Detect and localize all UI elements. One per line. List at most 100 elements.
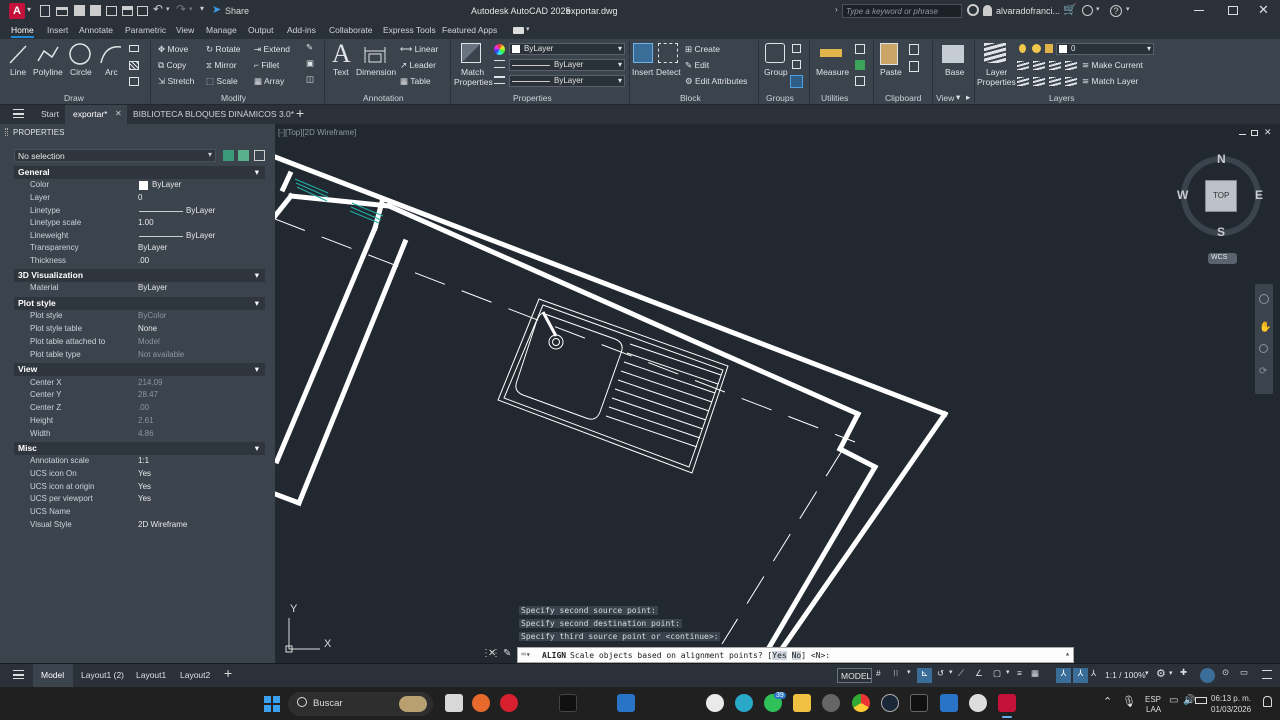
annotation-visibility-icon[interactable]: ⅄ bbox=[1056, 668, 1071, 683]
dimension-tool-label[interactable]: Dimension bbox=[356, 67, 396, 77]
drawing-area[interactable]: [-][Top][2D Wireframe] ✕ Y X N S E W TOP… bbox=[275, 124, 1280, 663]
prop-row[interactable]: Visual Style 2D Wireframe bbox=[6, 520, 265, 533]
binoculars-icon[interactable] bbox=[967, 4, 979, 16]
transparency-toggle-icon[interactable]: ▦ bbox=[1031, 668, 1039, 679]
redo-dropdown-icon[interactable]: ▾ bbox=[189, 5, 193, 13]
base-view-label[interactable]: Base bbox=[945, 67, 964, 77]
autocad-active-icon[interactable] bbox=[998, 694, 1016, 712]
object-snap-tracking-icon[interactable]: ∠ bbox=[975, 668, 983, 679]
prop-row[interactable]: Plot style table None bbox=[6, 324, 265, 337]
line-tool-label[interactable]: Line bbox=[10, 67, 26, 77]
units-icon[interactable] bbox=[1200, 668, 1215, 683]
undo-dropdown-icon[interactable]: ▾ bbox=[166, 5, 170, 13]
edge-icon[interactable] bbox=[735, 694, 753, 712]
open-file-icon[interactable] bbox=[56, 7, 68, 16]
prop-row[interactable]: Plot table attached to Model bbox=[6, 337, 265, 350]
save-as-icon[interactable] bbox=[90, 5, 101, 16]
auto-scale-icon[interactable]: ⅄ bbox=[1073, 668, 1088, 683]
epic-games-icon[interactable] bbox=[910, 694, 928, 712]
web-mobile-icon[interactable] bbox=[106, 6, 117, 16]
app-circle-icon[interactable] bbox=[822, 694, 840, 712]
new-file-icon[interactable] bbox=[40, 5, 50, 17]
line-tool-icon[interactable] bbox=[8, 43, 28, 65]
file-explorer-icon[interactable] bbox=[793, 694, 811, 712]
make-current-tool[interactable]: ≋ Make Current bbox=[1082, 60, 1143, 71]
tab-manage[interactable]: Manage bbox=[206, 25, 237, 35]
explode-tool-icon[interactable]: ▣ bbox=[306, 58, 314, 69]
arc-tool-icon[interactable] bbox=[99, 43, 123, 65]
tab-insert[interactable]: Insert bbox=[47, 25, 68, 35]
rectangle-tool-icon[interactable] bbox=[129, 45, 139, 52]
groups-panel-label[interactable]: Groups bbox=[766, 93, 794, 103]
group-select-icon[interactable] bbox=[790, 75, 803, 88]
layer-dropdown[interactable]: 0 ▾ bbox=[1056, 43, 1154, 55]
share-icon[interactable]: ➤ bbox=[212, 3, 221, 16]
chrome-icon[interactable] bbox=[852, 694, 870, 712]
snap-icon[interactable]: ⁝⁝ bbox=[893, 668, 898, 679]
paste-label[interactable]: Paste bbox=[880, 67, 902, 77]
section-plot-style[interactable]: Plot style ▾ bbox=[14, 297, 265, 310]
model-space-toggle[interactable]: MODEL bbox=[837, 668, 872, 683]
command-line-customize-icon[interactable]: ✎ bbox=[503, 648, 511, 659]
clean-screen-icon[interactable]: ▭ bbox=[1240, 667, 1248, 678]
tab-home[interactable]: Home bbox=[11, 25, 34, 38]
dimension-tool-icon[interactable] bbox=[362, 43, 388, 65]
copy-tool[interactable]: ⧉ Copy bbox=[158, 60, 186, 71]
annotation-scale-value[interactable]: 1:1 / 100% bbox=[1105, 670, 1146, 680]
block-panel-label[interactable]: Block bbox=[680, 93, 701, 103]
linear-dim-tool[interactable]: ⟷ Linear bbox=[400, 44, 438, 55]
command-line-close-icon[interactable]: ✕ bbox=[488, 648, 496, 659]
view-panel-label[interactable]: View bbox=[936, 93, 954, 103]
layer-tool-1-icon[interactable] bbox=[1017, 61, 1029, 70]
command-recent-icon[interactable]: ⌨▾ bbox=[521, 650, 531, 659]
array-tool[interactable]: ▦ Array bbox=[254, 76, 284, 87]
clipboard-panel-label[interactable]: Clipboard bbox=[885, 93, 921, 103]
calculator-icon[interactable] bbox=[855, 60, 865, 70]
erase-tool-icon[interactable]: ✎ bbox=[306, 42, 313, 53]
quick-select-palette-icon[interactable] bbox=[254, 150, 265, 161]
selection-dropdown[interactable]: No selection ▾ bbox=[14, 149, 216, 162]
mirror-tool[interactable]: ⧖ Mirror bbox=[206, 60, 237, 71]
layout-tab-layout1-2[interactable]: Layout1 (2) bbox=[81, 670, 124, 680]
isodraft-icon[interactable]: ⟋ bbox=[958, 668, 964, 679]
polyline-tool-icon[interactable] bbox=[36, 43, 60, 65]
zoom-icon[interactable] bbox=[1259, 344, 1268, 353]
steering-wheel-icon[interactable] bbox=[1259, 294, 1269, 304]
viewcube-face-top[interactable]: TOP bbox=[1205, 180, 1237, 212]
save-icon[interactable] bbox=[74, 5, 85, 16]
notifications-icon[interactable] bbox=[1263, 696, 1272, 707]
ungroup-icon[interactable] bbox=[792, 44, 801, 53]
new-tab-icon[interactable]: + bbox=[296, 105, 304, 121]
pan-icon[interactable]: ✋ bbox=[1259, 322, 1271, 333]
draw-panel-label[interactable]: Draw bbox=[64, 93, 84, 103]
clock-date[interactable]: 01/03/2026 bbox=[1211, 705, 1251, 714]
command-history-toggle-icon[interactable]: ▴ bbox=[1065, 649, 1070, 658]
maximize-window-icon[interactable] bbox=[1228, 6, 1238, 15]
prop-row[interactable]: UCS Name bbox=[6, 507, 265, 520]
layout-tab-layout1[interactable]: Layout1 bbox=[136, 670, 166, 680]
vpn-app-icon[interactable] bbox=[617, 694, 635, 712]
layer-properties-icon[interactable] bbox=[984, 43, 1006, 63]
detect-label[interactable]: Detect bbox=[656, 67, 681, 77]
prop-row[interactable]: Color ByLayer bbox=[6, 180, 265, 193]
cut-icon[interactable] bbox=[909, 61, 919, 72]
tab-parametric[interactable]: Parametric bbox=[125, 25, 166, 35]
tab-view[interactable]: View bbox=[176, 25, 194, 35]
palette-grip-icon[interactable] bbox=[5, 128, 8, 136]
layout-tab-layout2[interactable]: Layout2 bbox=[180, 670, 210, 680]
minimize-window-icon[interactable] bbox=[1194, 10, 1204, 11]
lineweight-icon[interactable] bbox=[494, 76, 505, 84]
file-tab-biblioteca[interactable]: BIBLIOTECA BLOQUES DINÁMICOS 3.0* bbox=[133, 109, 294, 119]
layer-tool-4-icon[interactable] bbox=[1065, 61, 1077, 70]
match-properties-label-2[interactable]: Properties bbox=[454, 77, 493, 87]
customization-icon[interactable] bbox=[1262, 670, 1272, 679]
insert-block-label[interactable]: Insert bbox=[632, 67, 653, 77]
prop-row[interactable]: Thickness .00 bbox=[6, 256, 265, 269]
annotation-panel-label[interactable]: Annotation bbox=[363, 93, 404, 103]
prop-row[interactable]: Plot table type Not available bbox=[6, 350, 265, 363]
annotation-monitor-icon[interactable]: ✚ bbox=[1180, 667, 1187, 678]
extend-tool[interactable]: ⇥ Extend bbox=[254, 44, 290, 55]
circle-tool-label[interactable]: Circle bbox=[70, 67, 92, 77]
opera-icon[interactable] bbox=[500, 694, 518, 712]
utilities-panel-label[interactable]: Utilities bbox=[821, 93, 848, 103]
